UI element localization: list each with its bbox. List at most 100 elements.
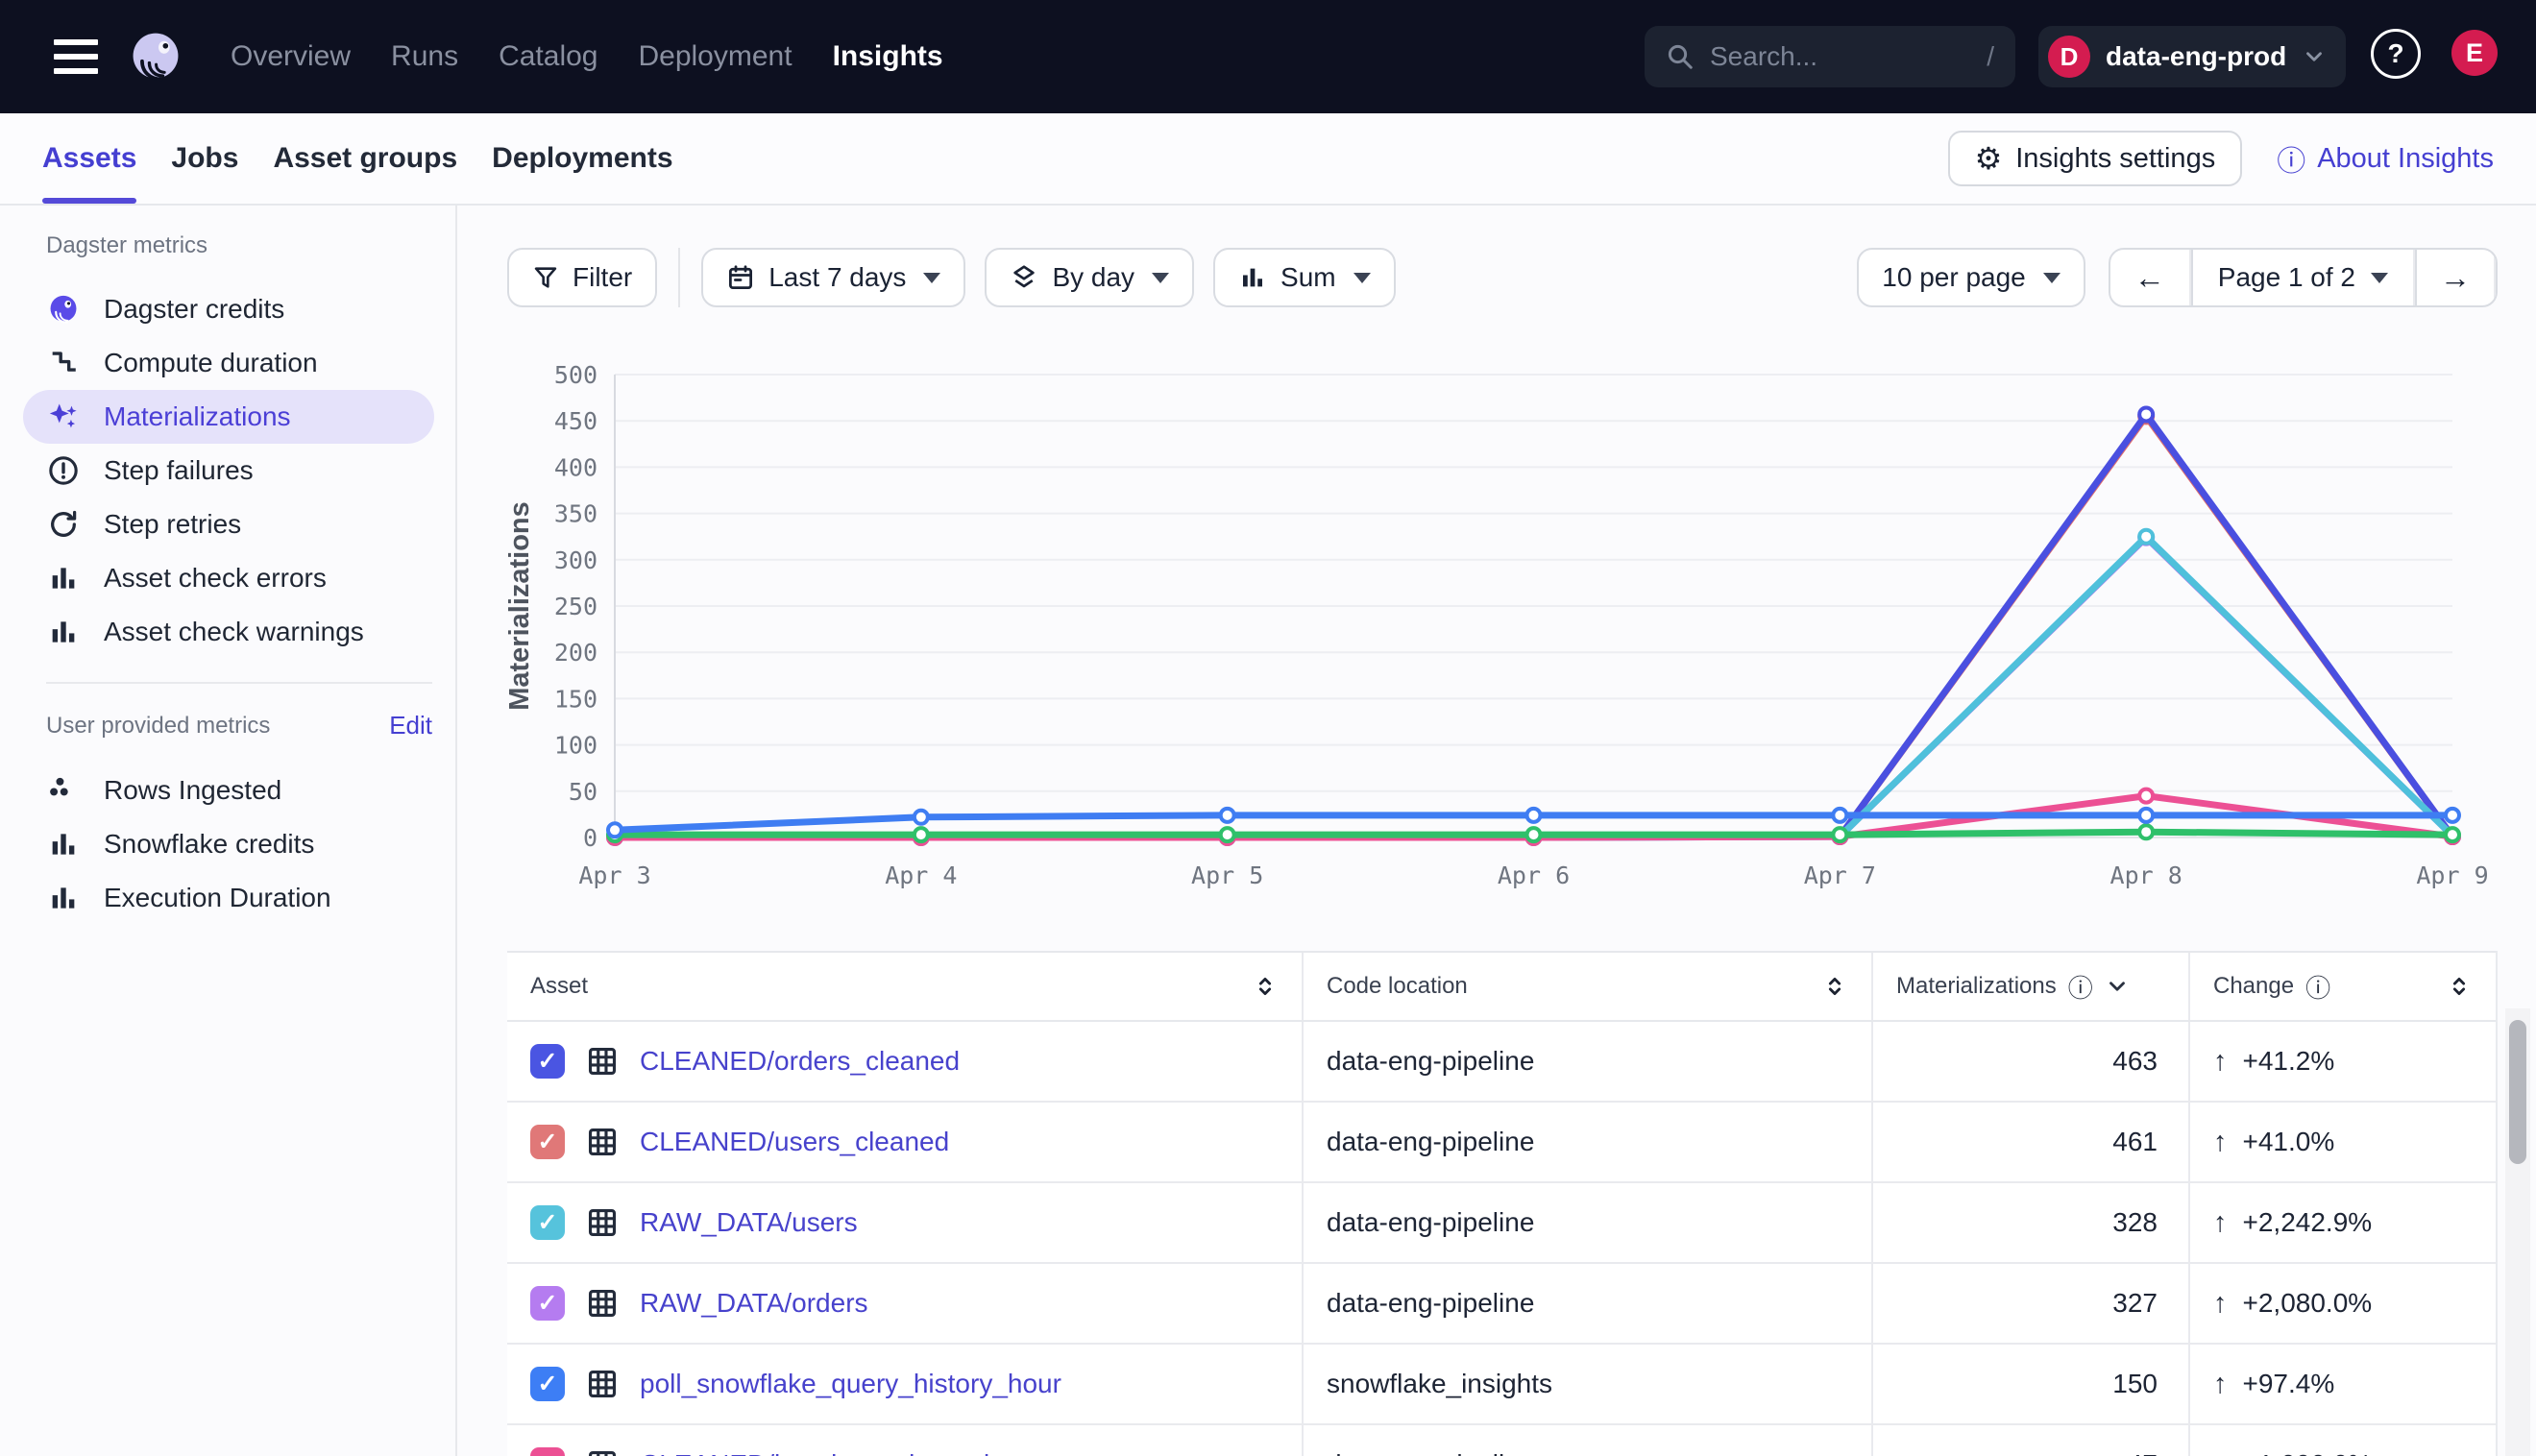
caret-down-icon — [2043, 273, 2060, 283]
assets-table: AssetCode locationMaterializationsⓘChang… — [507, 951, 2498, 1456]
nav-item-catalog[interactable]: Catalog — [499, 40, 597, 73]
last-7-days-select[interactable]: Last 7 days — [701, 248, 965, 307]
sidebar-item-execution-duration[interactable]: Execution Duration — [23, 871, 434, 925]
octopus-icon — [46, 292, 81, 327]
search-input[interactable]: Search... / — [1645, 26, 2015, 87]
sidebar-section-title: User provided metrics — [46, 713, 270, 740]
series-checkbox[interactable]: ✓ — [530, 1447, 565, 1456]
tab-assets[interactable]: Assets — [42, 113, 136, 204]
series-checkbox[interactable]: ✓ — [530, 1286, 565, 1321]
metrics-sidebar: Dagster metrics Dagster credits Compute du… — [0, 206, 457, 1456]
code-location: data-eng-pipeline — [1327, 1207, 1534, 1238]
filter-button[interactable]: Filter — [507, 248, 657, 307]
edit-metrics-link[interactable]: Edit — [389, 711, 432, 740]
next-page-button[interactable]: → — [2415, 250, 2496, 305]
dots-icon — [46, 773, 81, 808]
svg-text:Apr 8: Apr 8 — [2110, 861, 2182, 889]
materializations-count: 327 — [1873, 1264, 2190, 1343]
bar-chart-icon — [1238, 263, 1267, 292]
table-scrollbar-thumb[interactable] — [2509, 1020, 2526, 1164]
sort-icon[interactable] — [2446, 973, 2473, 1000]
info-icon[interactable]: ⓘ — [2068, 969, 2093, 1005]
insights-settings-button[interactable]: ⚙ Insights settings — [1948, 131, 2243, 186]
bar-chart-icon — [46, 615, 81, 649]
series-checkbox[interactable]: ✓ — [530, 1367, 565, 1401]
svg-text:100: 100 — [554, 732, 597, 760]
nav-item-insights[interactable]: Insights — [833, 40, 943, 73]
svg-text:Apr 4: Apr 4 — [885, 861, 957, 889]
pager: ← Page 1 of 2 → — [2109, 248, 2498, 307]
svg-text:Apr 7: Apr 7 — [1804, 861, 1876, 889]
sort-icon[interactable] — [1821, 973, 1848, 1000]
asset-link[interactable]: CLEANED/users_cleaned — [640, 1127, 949, 1157]
tab-asset-groups[interactable]: Asset groups — [273, 113, 457, 204]
asset-link[interactable]: poll_snowflake_query_history_hour — [640, 1369, 1061, 1399]
asset-link[interactable]: CLEANED/orders_cleaned — [640, 1046, 960, 1077]
trend-up-arrow-icon: ↑ — [2213, 1369, 2228, 1400]
dagster-logo-icon[interactable] — [127, 28, 184, 85]
column-header-materializations[interactable]: Materializationsⓘ — [1873, 953, 2190, 1020]
table-asset-icon — [586, 1126, 619, 1158]
per-page-select[interactable]: 10 per page — [1857, 248, 2085, 307]
sort-icon[interactable] — [1252, 973, 1279, 1000]
sidebar-item-label: Execution Duration — [104, 883, 331, 913]
sidebar-item-label: Compute duration — [104, 348, 318, 378]
table-asset-icon — [586, 1368, 619, 1400]
avatar[interactable]: E — [2451, 30, 2498, 76]
tab-jobs[interactable]: Jobs — [171, 113, 238, 204]
svg-text:Materializations: Materializations — [504, 501, 535, 711]
org-switcher[interactable]: D data-eng-prod — [2038, 26, 2346, 87]
sum-select[interactable]: Sum — [1213, 248, 1396, 307]
help-icon[interactable]: ? — [2371, 29, 2421, 79]
code-location: data-eng-pipeline — [1327, 1449, 1534, 1456]
about-insights-link[interactable]: ⓘ About Insights — [2277, 137, 2494, 180]
code-location: data-eng-pipeline — [1327, 1127, 1534, 1157]
change-percent: +2,242.9% — [2243, 1207, 2373, 1238]
prev-page-button[interactable]: ← — [2110, 250, 2191, 305]
page-indicator[interactable]: Page 1 of 2 — [2191, 250, 2415, 305]
bar-chart-icon — [46, 561, 81, 595]
table-row: ✓poll_snowflake_query_history_hoursnowfl… — [507, 1345, 2496, 1425]
calendar-icon — [726, 263, 755, 292]
sparkles-icon — [46, 400, 81, 434]
sidebar-item-dagster-credits[interactable]: Dagster credits — [23, 282, 434, 336]
materializations-count: 328 — [1873, 1183, 2190, 1262]
info-icon[interactable]: ⓘ — [2305, 969, 2330, 1005]
asset-link[interactable]: RAW_DATA/users — [640, 1207, 858, 1238]
series-checkbox[interactable]: ✓ — [530, 1205, 565, 1240]
table-row: ✓ CLEANED/users_cleaned data-eng-pipeline 4… — [507, 1103, 2496, 1183]
change-percent: +41.0% — [2243, 1127, 2335, 1157]
menu-icon[interactable] — [54, 39, 98, 74]
nav-item-overview[interactable]: Overview — [231, 40, 351, 73]
sidebar-item-materializations[interactable]: Materializations — [23, 390, 434, 444]
sidebar-item-label: Dagster credits — [104, 294, 284, 325]
sidebar-item-snowflake-credits[interactable]: Snowflake credits — [23, 817, 434, 871]
svg-text:300: 300 — [554, 546, 597, 574]
sidebar-item-asset-check-errors[interactable]: Asset check errors — [23, 551, 434, 605]
materializations-line-chart: 050100150200250300350400450500Apr 3Apr 4… — [461, 336, 2498, 912]
divider — [46, 682, 432, 684]
tab-deployments[interactable]: Deployments — [492, 113, 672, 204]
asset-link[interactable]: RAW_DATA/orders — [640, 1288, 868, 1319]
sidebar-item-asset-check-warnings[interactable]: Asset check warnings — [23, 605, 434, 659]
sidebar-item-step-retries[interactable]: Step retries — [23, 497, 434, 551]
sidebar-item-label: Step retries — [104, 509, 241, 540]
chevron-down-icon[interactable] — [2105, 974, 2130, 999]
duration-icon — [46, 346, 81, 380]
nav-item-runs[interactable]: Runs — [391, 40, 458, 73]
nav-item-deployment[interactable]: Deployment — [638, 40, 792, 73]
sidebar-item-step-failures[interactable]: Step failures — [23, 444, 434, 497]
column-header-code-location[interactable]: Code location — [1304, 953, 1873, 1020]
column-header-change[interactable]: Changeⓘ — [2190, 953, 2496, 1020]
sidebar-item-label: Asset check errors — [104, 563, 327, 594]
column-header-asset[interactable]: Asset — [507, 953, 1304, 1020]
materializations-count: 461 — [1873, 1103, 2190, 1181]
retry-icon — [46, 507, 81, 542]
sidebar-item-compute-duration[interactable]: Compute duration — [23, 336, 434, 390]
sidebar-item-rows-ingested[interactable]: Rows Ingested — [23, 764, 434, 817]
sidebar-section-title: Dagster metrics — [46, 232, 207, 259]
series-checkbox[interactable]: ✓ — [530, 1125, 565, 1159]
asset-link[interactable]: CLEANED/locations_cleaned — [640, 1449, 989, 1456]
by-day-select[interactable]: By day — [985, 248, 1194, 307]
series-checkbox[interactable]: ✓ — [530, 1044, 565, 1079]
